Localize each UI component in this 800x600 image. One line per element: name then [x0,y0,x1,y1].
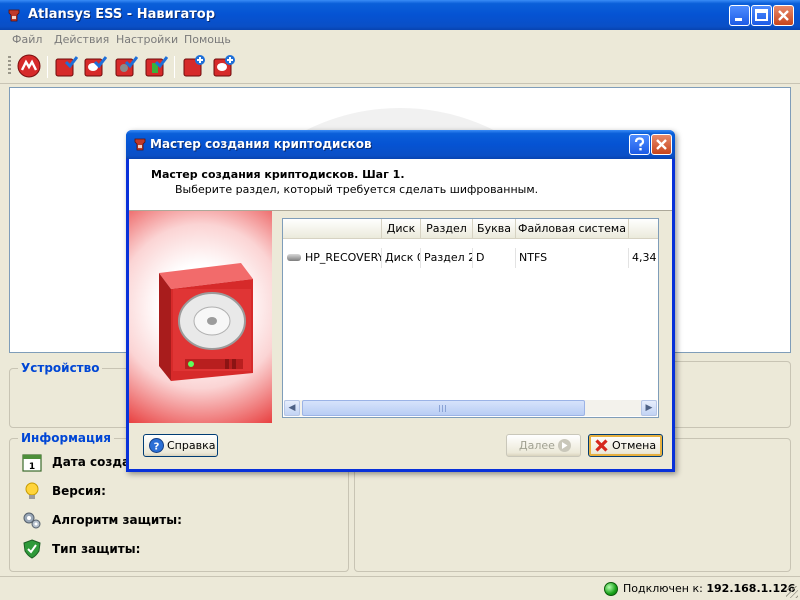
help-icon: ? [149,438,164,453]
cell-partition: Раздел 2 [421,248,473,268]
help-button[interactable]: ? Справка [143,434,218,457]
close-icon [778,10,789,21]
menu-bar: Файл Действия Настройки Помощь [0,30,800,48]
cell-disk: Диск 0 [382,248,421,268]
menu-file[interactable]: Файл [12,33,42,46]
hard-drive-icon [159,263,253,381]
atlansys-logo-icon[interactable] [17,54,41,78]
menu-actions[interactable]: Действия [54,33,109,46]
device-legend: Устройство [21,361,100,375]
info-label-algorithm: Алгоритм защиты: [52,513,182,527]
dialog-close-button[interactable] [651,134,672,155]
cryptodisk-settings-icon[interactable] [114,54,138,78]
wizard-banner [129,211,272,423]
toolbar-separator [47,56,48,78]
window-title: Atlansys ESS - Навигатор [28,7,216,22]
column-disk[interactable]: Диск [382,219,421,239]
info-label-protection-type: Тип защиты: [52,542,141,556]
status-text: Подключен к: 192.168.1.126 [623,582,795,595]
info-label-version: Версия: [52,484,106,498]
column-size[interactable] [629,219,658,239]
table-row[interactable]: HP_RECOVERY Диск 0 Раздел 2 D NTFS 4,34 … [283,248,658,268]
dialog-app-icon [134,138,146,151]
status-ip: 192.168.1.126 [706,582,796,595]
svg-text:?: ? [154,442,160,453]
menu-help[interactable]: Помощь [184,33,231,46]
next-button-label: Далее [519,439,555,452]
wizard-step-instruction: Выберите раздел, который требуется сдела… [175,183,539,196]
scroll-right-button[interactable]: ▶ [641,400,657,416]
status-label: Подключен к: [623,582,703,595]
toolbar-separator [174,56,175,78]
close-button[interactable] [773,5,794,26]
add-key-icon[interactable] [212,54,236,78]
cell-letter: D [473,248,516,268]
toolbar-grip[interactable] [8,56,11,76]
add-device-icon[interactable] [182,54,206,78]
connected-status-icon [604,582,618,596]
scroll-left-button[interactable]: ◀ [284,400,300,416]
question-icon [634,137,645,151]
info-legend: Информация [21,431,111,445]
minimize-button[interactable] [729,5,750,26]
cryptodisk-check-icon[interactable] [144,54,168,78]
dialog-help-button[interactable] [629,134,650,155]
wizard-step-title: Мастер создания криптодисков. Шаг 1. [151,168,405,181]
cryptodisk-create-icon[interactable] [54,54,78,78]
column-name[interactable] [283,219,382,239]
drive-icon [287,254,301,261]
status-bar: Подключен к: 192.168.1.126 [0,576,800,600]
resize-grip[interactable] [786,586,798,598]
cancel-button[interactable]: Отмена [588,434,663,457]
partition-list-header: Диск Раздел Буква Файловая система [283,219,658,239]
menu-settings[interactable]: Настройки [116,33,178,46]
cryptodisk-wizard-dialog: Мастер создания криптодисков Мастер созд… [126,130,675,472]
column-filesystem[interactable]: Файловая система [516,219,629,239]
scroll-thumb[interactable] [302,400,585,416]
svg-text:1: 1 [29,462,35,472]
help-button-label: Справка [167,439,216,452]
minimize-icon [735,18,742,21]
shield-check-icon [23,539,41,559]
cancel-button-label: Отмена [612,439,657,452]
column-letter[interactable]: Буква [473,219,516,239]
cancel-icon [595,439,608,452]
dialog-title: Мастер создания криптодисков [150,137,372,151]
toolbar [0,48,800,84]
cell-filesystem: NTFS [516,248,629,268]
column-partition[interactable]: Раздел [421,219,473,239]
dialog-titlebar[interactable]: Мастер создания криптодисков [126,130,675,159]
next-button[interactable]: Далее [506,434,581,457]
horizontal-scrollbar[interactable]: ◀ ▶ [284,400,657,416]
maximize-icon [755,9,768,21]
gears-icon [23,512,41,529]
arrow-right-icon [558,439,571,452]
cell-name-text: HP_RECOVERY [305,251,382,264]
calendar-icon: 1 [22,454,42,472]
cell-size: 4,34 Г [629,248,658,268]
main-window-titlebar[interactable]: Atlansys ESS - Навигатор [0,0,800,30]
close-icon [656,139,667,150]
cell-name: HP_RECOVERY [283,248,382,268]
maximize-button[interactable] [751,5,772,26]
lightbulb-icon [25,482,39,499]
partition-list[interactable]: Диск Раздел Буква Файловая система HP_RE… [282,218,659,418]
app-icon [8,9,20,22]
wizard-header: Мастер создания криптодисков. Шаг 1. Выб… [129,159,672,211]
cryptodisk-mount-icon[interactable] [83,54,107,78]
scroll-thumb-grip [439,405,447,412]
